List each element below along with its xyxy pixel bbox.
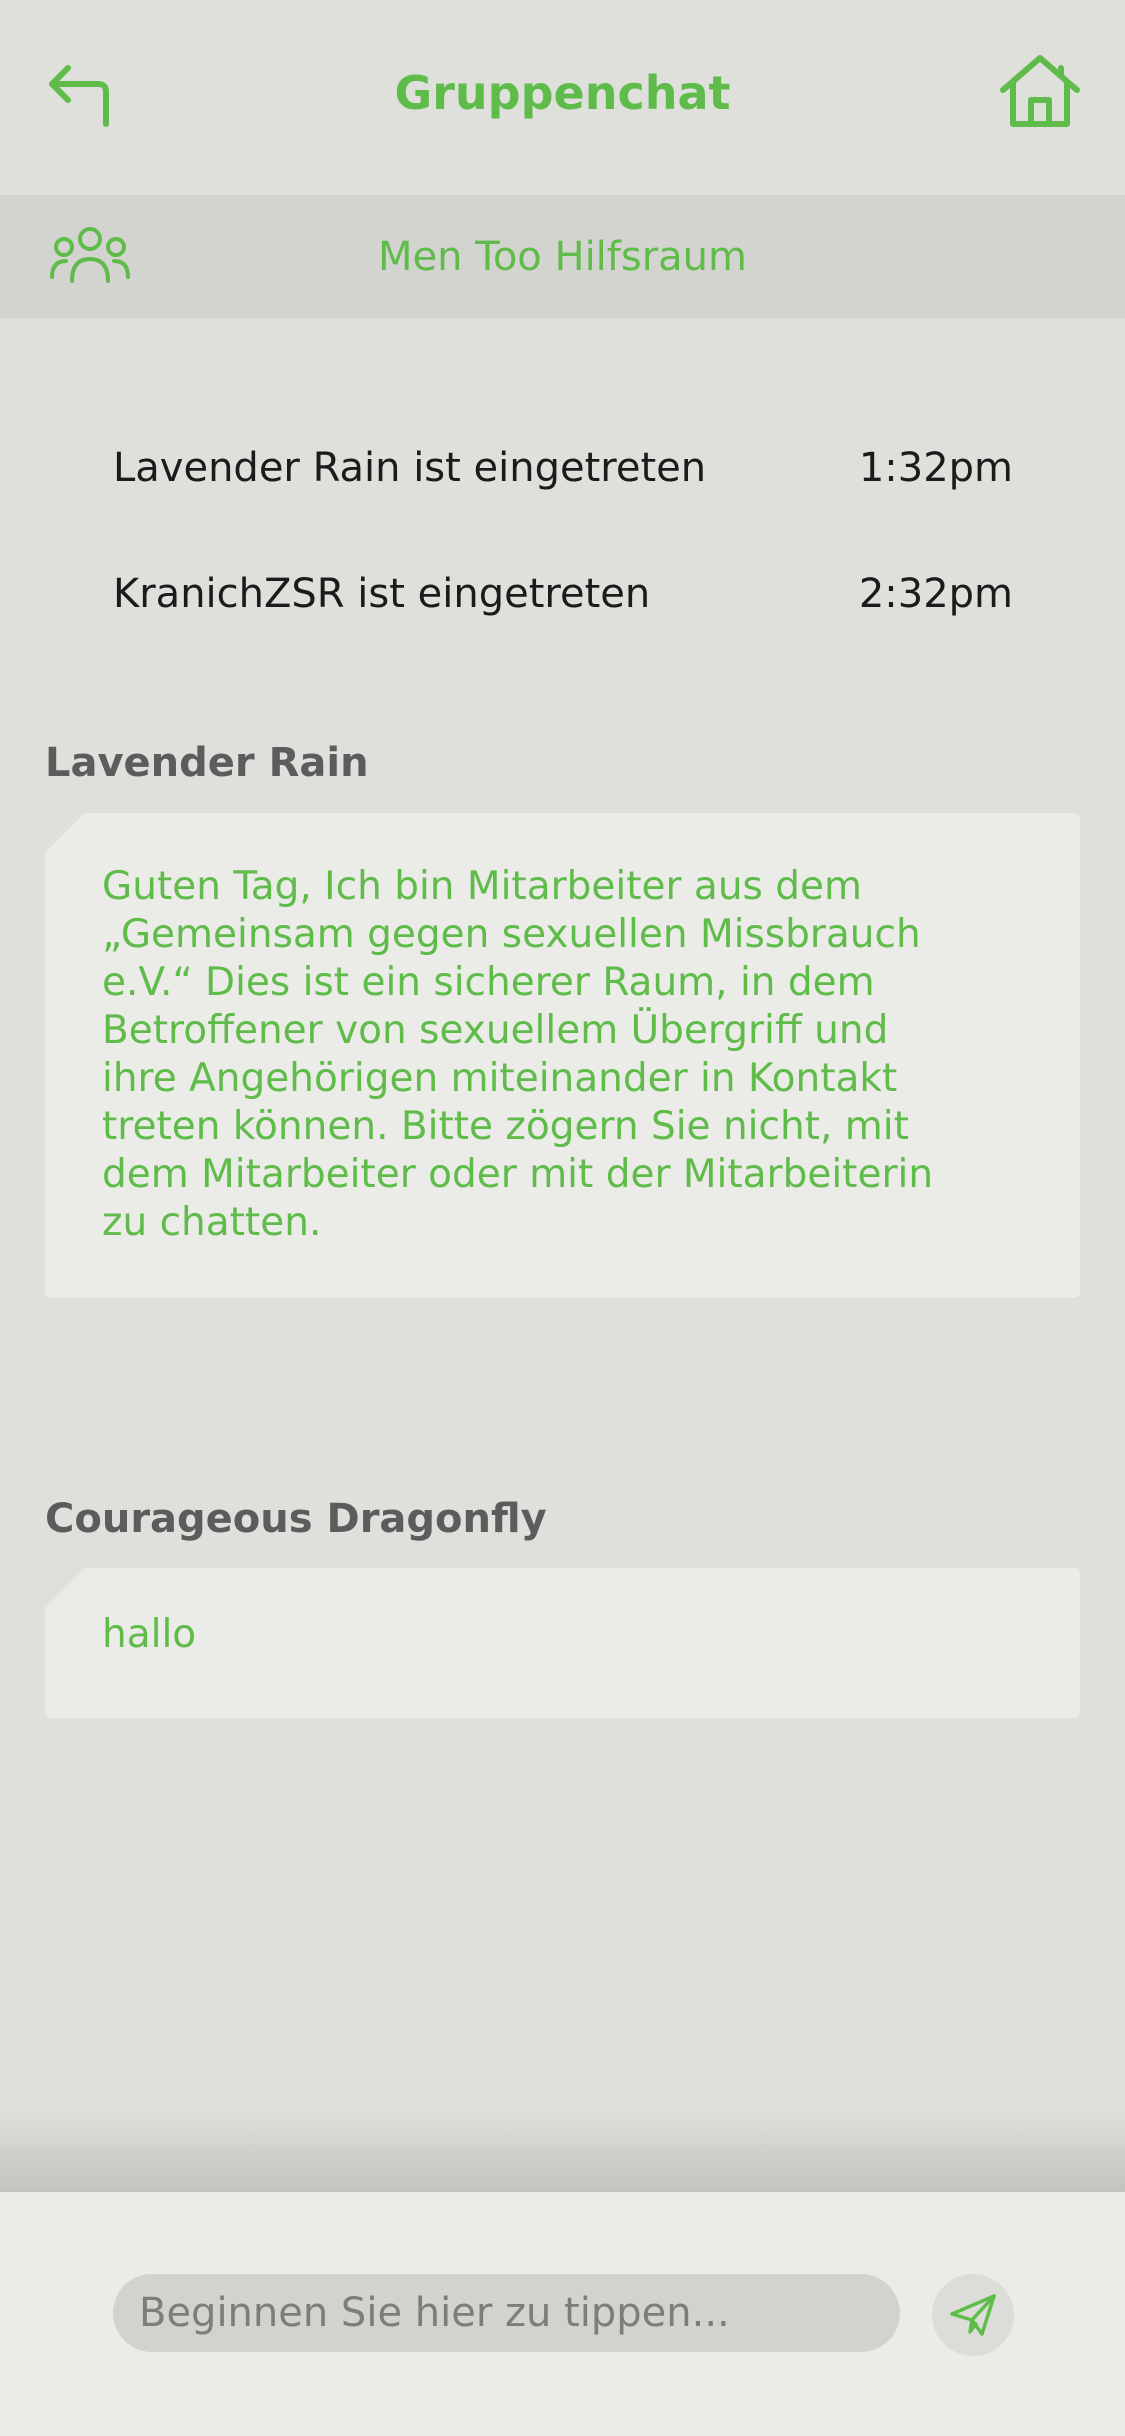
page-title: Gruppenchat xyxy=(394,66,731,120)
event-time: 1:32pm xyxy=(858,445,1013,491)
event-text: KranichZSR ist eingetreten xyxy=(113,571,651,617)
message-text: Guten Tag, Ich bin Mitarbeiter aus dem „… xyxy=(102,864,934,1245)
send-button[interactable] xyxy=(932,2274,1014,2356)
message-bubble: Guten Tag, Ich bin Mitarbeiter aus dem „… xyxy=(45,813,1080,1298)
footer-shadow xyxy=(0,2110,1125,2192)
group-name: Men Too Hilfsraum xyxy=(378,234,747,280)
send-icon xyxy=(950,2294,996,2336)
message-composer xyxy=(0,2192,1125,2436)
message-sender: Lavender Rain xyxy=(45,740,369,786)
message-sender: Courageous Dragonfly xyxy=(45,1496,547,1542)
join-event: KranichZSR ist eingetreten 2:32pm xyxy=(113,559,1013,629)
message-input[interactable] xyxy=(113,2274,900,2352)
event-time: 2:32pm xyxy=(858,571,1013,617)
join-event: Lavender Rain ist eingetreten 1:32pm xyxy=(113,433,1013,503)
app-header: Gruppenchat xyxy=(0,0,1125,195)
home-button[interactable] xyxy=(995,50,1085,140)
event-text: Lavender Rain ist eingetreten xyxy=(113,445,707,491)
message-text: hallo xyxy=(102,1612,197,1657)
home-icon xyxy=(1000,55,1080,127)
group-bar[interactable]: Men Too Hilfsraum xyxy=(0,195,1125,318)
message-bubble: hallo xyxy=(45,1568,1080,1718)
